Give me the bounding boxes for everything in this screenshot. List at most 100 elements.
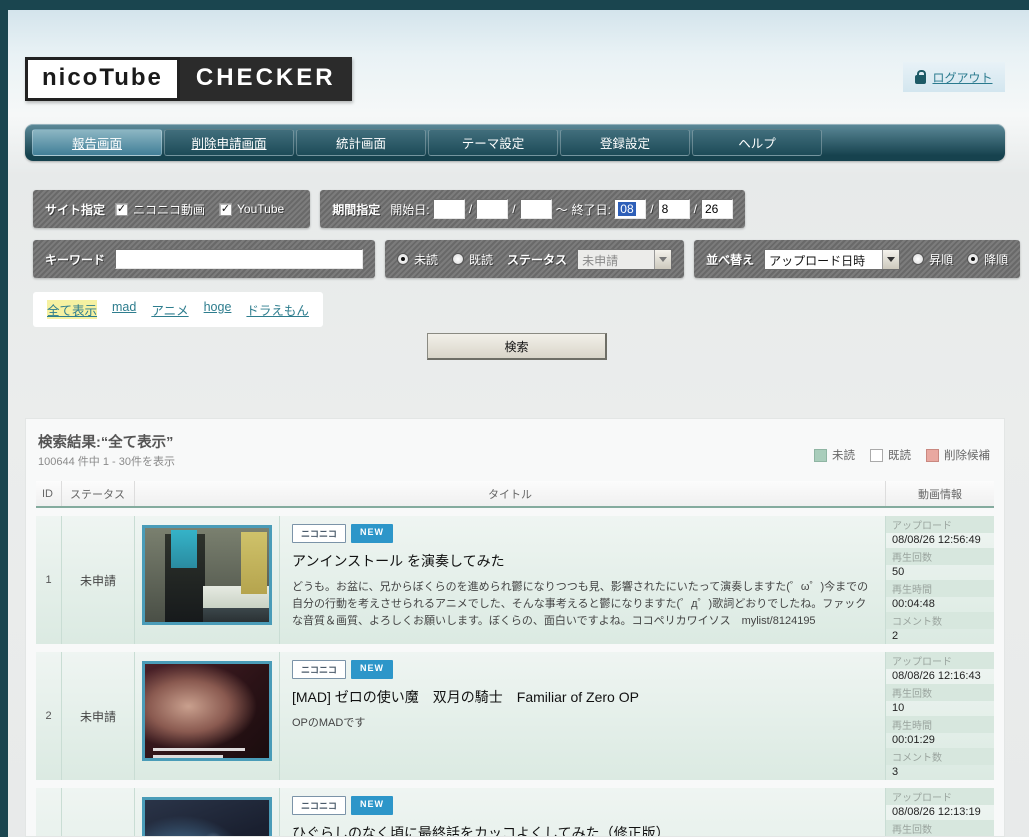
table-row[interactable]: 2 未申請 ニコニコ NEW [MAD] ゼロの使い魔 双月の騎士 Famili… <box>36 652 994 780</box>
start-date-label: 開始日: <box>390 202 430 217</box>
upload-label: アップロード <box>886 516 994 533</box>
read-radio-label[interactable]: 既読 <box>469 251 493 268</box>
sort-label: 並べ替え <box>706 252 755 267</box>
keyword-input[interactable] <box>115 249 364 269</box>
tab-registration-settings[interactable]: 登録設定 <box>560 129 690 156</box>
duration-value: 00:04:48 <box>892 598 935 610</box>
tag-anime[interactable]: アニメ <box>151 300 188 319</box>
table-header-row: ID ステータス タイトル 動画情報 <box>36 481 994 508</box>
unread-swatch-icon <box>814 448 827 462</box>
niconico-checkbox-label[interactable]: ニコニコ動画 <box>133 201 205 218</box>
youtube-checkbox-label[interactable]: YouTube <box>237 202 284 216</box>
start-year-input[interactable] <box>432 199 465 219</box>
tag-mad[interactable]: mad <box>112 300 136 319</box>
period-filter-label: 期間指定 <box>332 202 381 217</box>
start-month-input[interactable] <box>476 199 509 219</box>
window-left-edge <box>0 0 8 837</box>
video-thumbnail[interactable] <box>142 525 272 625</box>
tab-report[interactable]: 報告画面 <box>32 129 162 156</box>
read-state-group: 未読 既読 ステータス 未申請 <box>385 240 685 278</box>
comments-label: コメント数 <box>886 612 994 629</box>
legend-delete-candidate: 削除候補 <box>926 447 990 463</box>
app-logo[interactable]: nicoTube CHECKER <box>25 57 352 101</box>
legend-read: 既読 <box>870 447 911 463</box>
end-year-input[interactable]: 08 <box>614 199 647 219</box>
legend-read-label: 既読 <box>888 450 911 462</box>
selected-input-text: 08 <box>618 202 636 216</box>
table-row[interactable]: 1 未申請 ニコニコ NEW アンインストール を演奏してみた どうも。お盆に、… <box>36 516 994 644</box>
tab-theme-settings[interactable]: テーマ設定 <box>428 129 558 156</box>
end-day-input[interactable] <box>700 199 733 219</box>
new-badge: NEW <box>351 660 394 679</box>
keyword-label: キーワード <box>45 252 106 267</box>
unread-radio-label[interactable]: 未読 <box>414 251 438 268</box>
tag-doraemon[interactable]: ドラえもん <box>246 300 309 319</box>
comments-value: 2 <box>892 630 899 642</box>
dropdown-arrow-icon <box>654 249 672 269</box>
badge-row: ニコニコ NEW <box>292 524 875 543</box>
thumbnail-cell <box>135 652 280 780</box>
lock-icon <box>915 69 927 84</box>
descending-radio-label[interactable]: 降順 <box>984 251 1008 268</box>
upload-label: アップロード <box>886 652 994 669</box>
youtube-checkbox[interactable] <box>219 202 233 216</box>
tag-link-list: 全て表示 mad アニメ hoge ドラえもん <box>33 292 323 327</box>
table-row[interactable]: 3 未申請 ニコニコ NEW ひぐらしのなく頃に最終話をカッコよくしてみた（修正… <box>36 788 994 836</box>
new-badge: NEW <box>351 524 394 543</box>
legend-delete-candidate-label: 削除候補 <box>944 450 990 462</box>
start-day-input[interactable] <box>519 199 552 219</box>
tag-hoge[interactable]: hoge <box>204 300 232 319</box>
header-id: ID <box>36 481 62 506</box>
unread-radio[interactable] <box>397 253 410 265</box>
title-cell: ニコニコ NEW アンインストール を演奏してみた どうも。お盆に、兄からぼくら… <box>280 516 886 644</box>
video-thumbnail[interactable] <box>142 797 272 836</box>
video-title[interactable]: [MAD] ゼロの使い魔 双月の騎士 Familiar of Zero OP <box>292 687 875 707</box>
views-label: 再生回数 <box>886 684 994 701</box>
date-separator: / <box>693 202 697 216</box>
title-cell: ニコニコ NEW [MAD] ゼロの使い魔 双月の騎士 Familiar of … <box>280 652 886 780</box>
read-swatch-icon <box>870 448 883 462</box>
niconico-badge: ニコニコ <box>292 796 347 815</box>
duration-value: 00:01:29 <box>892 734 935 746</box>
badge-row: ニコニコ NEW <box>292 660 875 679</box>
date-separator: / <box>650 202 654 216</box>
video-thumbnail[interactable] <box>142 661 272 761</box>
results-table: ID ステータス タイトル 動画情報 1 未申請 ニコニコ NEW アンインスト… <box>36 481 994 836</box>
thumbnail-cell <box>135 788 280 836</box>
descending-radio[interactable] <box>967 253 980 265</box>
legend-unread: 未読 <box>814 447 855 463</box>
niconico-checkbox[interactable] <box>115 202 129 216</box>
tab-help[interactable]: ヘルプ <box>692 129 822 156</box>
row-id: 3 <box>36 788 62 836</box>
ascending-radio[interactable] <box>912 253 925 265</box>
tab-statistics[interactable]: 統計画面 <box>296 129 426 156</box>
read-radio[interactable] <box>452 253 465 265</box>
sort-select[interactable]: アップロード日時 <box>764 248 901 270</box>
video-description: OPのMADです <box>292 717 366 729</box>
end-month-input[interactable] <box>657 199 690 219</box>
header-title: タイトル <box>135 481 886 506</box>
views-value: 50 <box>892 566 905 578</box>
tag-show-all[interactable]: 全て表示 <box>47 300 98 319</box>
video-info-cell: アップロード 08/08/26 12:13:19 再生回数 115 再生時間 コ… <box>886 788 994 836</box>
logout-link-label[interactable]: ログアウト <box>932 69 992 86</box>
video-title[interactable]: ひぐらしのなく頃に最終話をカッコよくしてみた（修正版） <box>292 823 875 836</box>
results-count: 100644 件中 1 - 30件を表示 <box>38 456 175 468</box>
status-select[interactable]: 未申請 <box>577 248 673 270</box>
date-separator: / <box>512 202 516 216</box>
video-title[interactable]: アンインストール を演奏してみた <box>292 551 875 571</box>
sort-select-value: アップロード日時 <box>769 253 866 268</box>
ascending-radio-label[interactable]: 昇順 <box>929 251 953 268</box>
tab-delete-request[interactable]: 削除申請画面 <box>164 129 294 156</box>
search-button[interactable]: 検索 <box>427 333 607 360</box>
row-status: 未申請 <box>62 516 135 644</box>
keyword-group: キーワード <box>33 240 376 278</box>
row-id: 1 <box>36 516 62 644</box>
views-value: 10 <box>892 702 905 714</box>
video-info-cell: アップロード 08/08/26 12:56:49 再生回数 50 再生時間 00… <box>886 516 994 644</box>
upload-value: 08/08/26 12:56:49 <box>892 534 981 546</box>
logout-button[interactable]: ログアウト <box>903 62 1005 92</box>
legend-unread-label: 未読 <box>832 450 855 462</box>
site-filter-label: サイト指定 <box>45 202 106 217</box>
window-top-bar <box>0 0 1029 10</box>
